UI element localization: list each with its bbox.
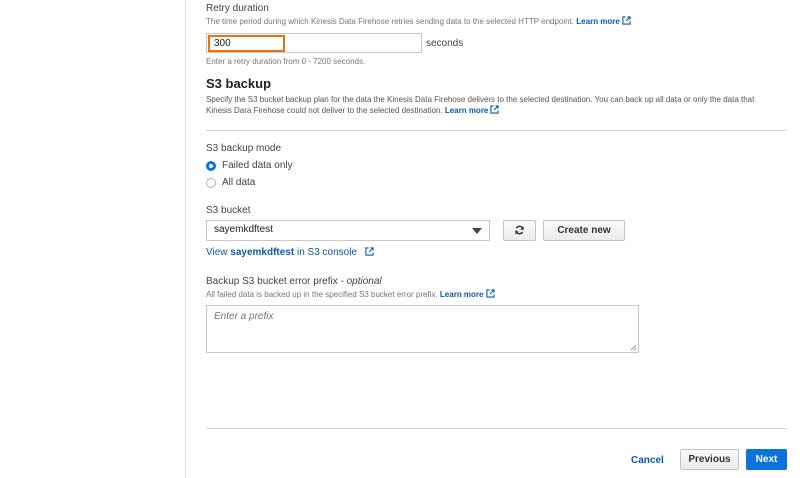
left-panel-divider bbox=[185, 0, 186, 478]
error-prefix-label: Backup S3 bucket error prefix - optional bbox=[206, 276, 382, 287]
footer-divider bbox=[206, 428, 787, 429]
external-link-icon bbox=[490, 105, 500, 114]
backup-mode-option-all[interactable]: All data bbox=[206, 177, 255, 188]
refresh-button[interactable] bbox=[503, 220, 536, 241]
error-prefix-textarea[interactable]: Enter a prefix bbox=[206, 305, 639, 353]
retry-learn-more-link[interactable]: Learn more bbox=[576, 16, 631, 26]
create-new-button[interactable]: Create new bbox=[543, 220, 625, 241]
next-button[interactable]: Next bbox=[746, 449, 787, 470]
s3-backup-learn-more-link[interactable]: Learn more bbox=[445, 105, 500, 115]
s3-backup-heading: S3 backup bbox=[206, 76, 272, 91]
radio-selected-icon[interactable] bbox=[206, 160, 216, 171]
retry-duration-label: Retry duration bbox=[206, 3, 269, 14]
external-link-icon bbox=[485, 289, 495, 298]
chevron-down-icon bbox=[472, 228, 482, 234]
s3-bucket-select[interactable]: sayemkdftest bbox=[206, 220, 490, 241]
section-divider bbox=[206, 130, 787, 131]
error-prefix-description: All failed data is backed up in the spec… bbox=[206, 289, 495, 300]
previous-button[interactable]: Previous bbox=[680, 449, 739, 470]
error-prefix-learn-more-link[interactable]: Learn more bbox=[440, 289, 495, 299]
backup-mode-option-failed[interactable]: Failed data only bbox=[206, 160, 293, 171]
retry-duration-unit: seconds bbox=[426, 38, 464, 49]
refresh-icon bbox=[515, 225, 524, 235]
s3-backup-description: Specify the S3 bucket backup plan for th… bbox=[206, 95, 755, 115]
retry-duration-input[interactable]: 300 bbox=[208, 35, 285, 52]
retry-duration-description: The time period during which Kinesis Dat… bbox=[206, 16, 631, 27]
radio-unselected-icon[interactable] bbox=[206, 177, 216, 188]
external-link-icon bbox=[365, 247, 374, 256]
external-link-icon bbox=[622, 16, 631, 25]
view-bucket-link[interactable]: View sayemkdftest in S3 console bbox=[206, 247, 374, 258]
cancel-button[interactable]: Cancel bbox=[631, 455, 664, 466]
s3-bucket-label: S3 bucket bbox=[206, 205, 251, 216]
backup-mode-label: S3 backup mode bbox=[206, 143, 282, 154]
resize-handle-icon[interactable] bbox=[630, 344, 637, 351]
retry-duration-hint: Enter a retry duration from 0 - 7200 sec… bbox=[206, 57, 366, 66]
